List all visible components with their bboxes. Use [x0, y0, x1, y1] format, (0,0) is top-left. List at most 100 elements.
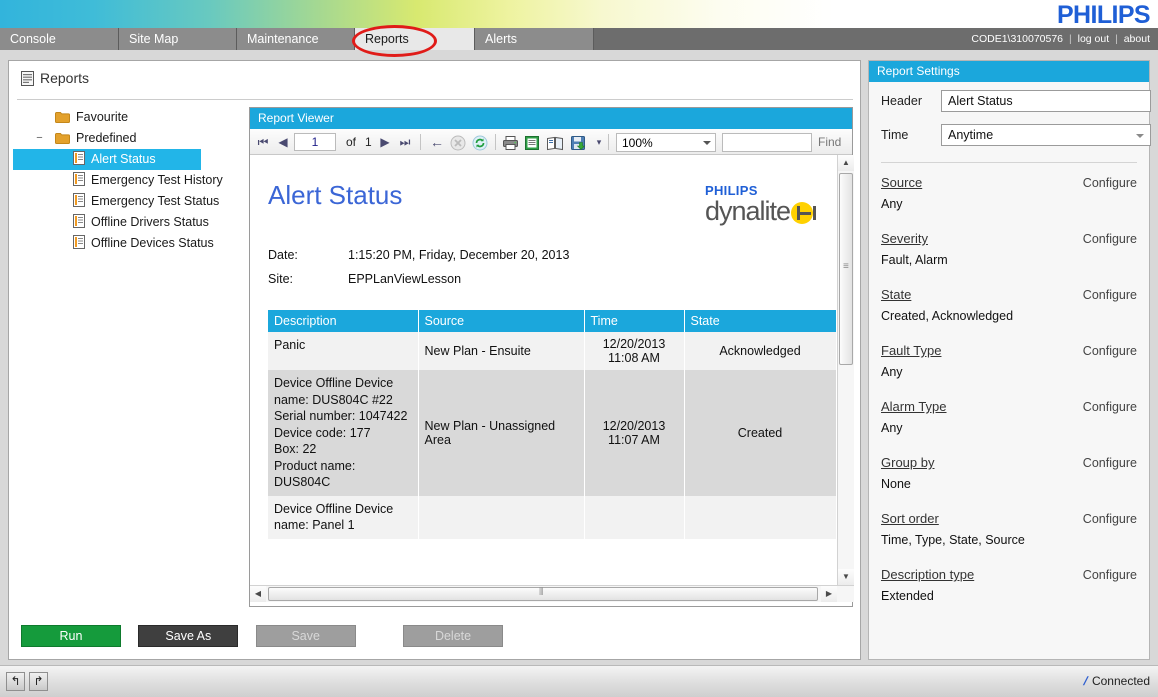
setting-source-label[interactable]: Source [881, 175, 922, 190]
settings-divider [881, 162, 1137, 163]
configure-fault-type-link[interactable]: Configure [1083, 344, 1137, 358]
report-date-label: Date: [268, 248, 348, 262]
tab-console[interactable]: Console [0, 28, 119, 50]
report-site-label: Site: [268, 272, 348, 286]
prev-page-icon[interactable]: ◀ [274, 129, 292, 155]
configure-sort-order-link[interactable]: Configure [1083, 512, 1137, 526]
configure-description-type-link[interactable]: Configure [1083, 568, 1137, 582]
setting-sort-order-label[interactable]: Sort order [881, 511, 939, 526]
toolbar-separator-3 [608, 134, 609, 150]
tree-item-emergency-test-status[interactable]: Emergency Test Status [31, 191, 241, 212]
setting-severity: Severity Configure Fault, Alarm [881, 231, 1137, 275]
tree-item-favourite[interactable]: Favourite [31, 107, 241, 128]
tree-item-predefined[interactable]: − Predefined [31, 128, 241, 149]
action-button-row: Run Save As Save Delete [21, 625, 517, 647]
tab-site-map[interactable]: Site Map [119, 28, 237, 50]
page-number-input[interactable]: 1 [294, 133, 336, 151]
connection-status-text: Connected [1092, 674, 1150, 688]
column-header-state: State [684, 310, 836, 332]
setting-group-by-label[interactable]: Group by [881, 455, 934, 470]
find-input[interactable] [722, 133, 812, 152]
table-row[interactable]: Device Offline Device name: DUS804C #22 … [268, 370, 836, 496]
configure-source-link[interactable]: Configure [1083, 176, 1137, 190]
report-settings-title: Report Settings [869, 61, 1149, 82]
status-bar: ↰ ↱ /Connected [0, 665, 1158, 697]
report-viewer: Report Viewer ⏮ ◀ 1 of 1 ▶ ⏭ ← [249, 107, 853, 607]
tab-reports[interactable]: Reports [355, 28, 475, 50]
nav-back-button[interactable]: ↰ [6, 672, 25, 691]
time-select[interactable]: Anytime [941, 124, 1151, 146]
link-icon: / [1081, 674, 1089, 688]
table-row[interactable]: Panic New Plan - Ensuite 12/20/2013 11:0… [268, 332, 836, 370]
tree-item-offline-drivers-status-label: Offline Drivers Status [91, 215, 209, 229]
setting-state-label[interactable]: State [881, 287, 911, 302]
tree-item-alert-status[interactable]: Alert Status [13, 149, 201, 170]
scroll-down-icon[interactable]: ▼ [838, 569, 854, 585]
dynalite-wordmark: dynalite [705, 196, 790, 226]
back-icon[interactable]: ← [428, 129, 446, 155]
cell-description: Device Offline Device name: Panel 1 [268, 496, 418, 539]
configure-state-link[interactable]: Configure [1083, 288, 1137, 302]
configure-alarm-type-link[interactable]: Configure [1083, 400, 1137, 414]
scroll-right-icon[interactable]: ▶ [821, 586, 837, 602]
next-page-icon[interactable]: ▶ [376, 129, 394, 155]
configure-severity-link[interactable]: Configure [1083, 232, 1137, 246]
table-row[interactable]: Device Offline Device name: Panel 1 [268, 496, 836, 539]
tree-item-favourite-label: Favourite [76, 110, 128, 124]
save-as-button[interactable]: Save As [138, 625, 238, 647]
configure-group-by-link[interactable]: Configure [1083, 456, 1137, 470]
setting-fault-type-value: Any [881, 365, 903, 379]
page-title-text: Reports [40, 70, 89, 86]
about-link[interactable]: about [1124, 33, 1150, 45]
report-page: Alert Status PHILIPS dynalite Date:1:15:… [250, 155, 836, 565]
cell-time: 12/20/2013 11:07 AM [584, 370, 684, 496]
expander-collapse-icon[interactable]: − [35, 134, 44, 143]
save-button: Save [256, 625, 356, 647]
header-field-label: Header [881, 94, 922, 108]
find-button[interactable]: Find [818, 129, 841, 155]
folder-icon [55, 130, 70, 151]
report-icon [73, 235, 85, 256]
setting-alarm-type-value: Any [881, 421, 903, 435]
reports-panel: Reports Favourite − [8, 60, 861, 660]
horizontal-scroll-thumb[interactable] [268, 587, 818, 601]
last-page-icon[interactable]: ⏭ [396, 129, 414, 155]
first-page-icon[interactable]: ⏮ [254, 129, 272, 155]
setting-severity-value: Fault, Alarm [881, 253, 948, 267]
header-input[interactable]: Alert Status [941, 90, 1151, 112]
setting-severity-label[interactable]: Severity [881, 231, 928, 246]
tree-item-offline-drivers-status[interactable]: Offline Drivers Status [31, 212, 241, 233]
tab-maintenance[interactable]: Maintenance [237, 28, 355, 50]
export-dropdown-caret-icon[interactable]: ▾ [590, 129, 608, 155]
setting-fault-type: Fault Type Configure Any [881, 343, 1137, 387]
report-date-row: Date:1:15:20 PM, Friday, December 20, 20… [268, 248, 569, 262]
tree-item-offline-devices-status[interactable]: Offline Devices Status [31, 233, 241, 254]
report-horizontal-scrollbar[interactable]: ◀ ▶ [250, 585, 854, 602]
vertical-scroll-thumb[interactable] [839, 173, 853, 365]
zoom-select[interactable]: 100% [616, 133, 716, 152]
dynalite-mark-icon [791, 202, 813, 224]
setting-fault-type-label[interactable]: Fault Type [881, 343, 941, 358]
scroll-up-icon[interactable]: ▲ [838, 155, 854, 171]
zoom-value: 100% [622, 136, 653, 150]
cell-state: Acknowledged [684, 332, 836, 370]
tree-item-emergency-test-history-label: Emergency Test History [91, 173, 223, 187]
page-total-label: 1 [365, 129, 372, 155]
run-button[interactable]: Run [21, 625, 121, 647]
table-header-row: Description Source Time State [268, 310, 836, 332]
tree-item-emergency-test-history[interactable]: Emergency Test History [31, 170, 241, 191]
cell-description: Panic [268, 332, 418, 370]
application-window: PHILIPS Console Site Map Maintenance Rep… [0, 0, 1158, 697]
setting-alarm-type-label[interactable]: Alarm Type [881, 399, 947, 414]
toolbar-separator-2 [495, 134, 496, 150]
setting-source-value: Any [881, 197, 903, 211]
setting-description-type-label[interactable]: Description type [881, 567, 974, 582]
chevron-down-icon [1136, 134, 1144, 138]
report-vertical-scrollbar[interactable]: ▲ ▼ [837, 155, 854, 585]
scroll-left-icon[interactable]: ◀ [250, 586, 266, 602]
tab-alerts[interactable]: Alerts [475, 28, 594, 50]
report-site-value: EPPLanViewLesson [348, 272, 461, 286]
toolbar-separator-1 [420, 134, 421, 150]
nav-forward-button[interactable]: ↱ [29, 672, 48, 691]
logout-link[interactable]: log out [1078, 33, 1110, 45]
